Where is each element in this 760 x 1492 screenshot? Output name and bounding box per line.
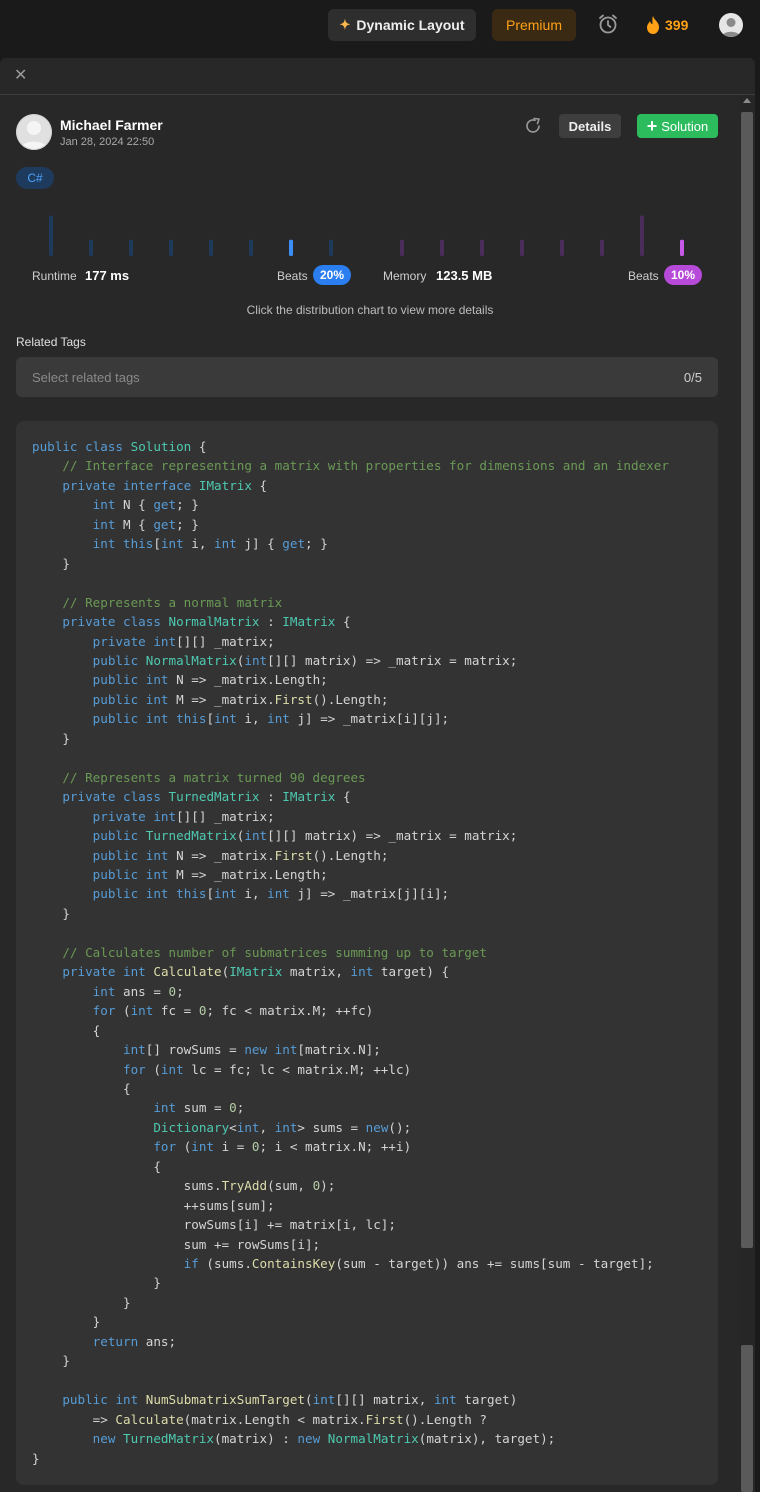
details-button[interactable]: Details [559,114,621,138]
runtime-beats-badge: 20% [313,265,351,285]
runtime-value: 177 ms [85,268,130,283]
related-tags-title: Related Tags [16,335,86,349]
panel-header: ✕ [0,58,755,95]
code-block[interactable]: public class Solution { // Interface rep… [16,421,718,1485]
fire-icon [647,16,659,34]
memory-distribution-bar-0[interactable] [400,239,404,256]
memory-distribution-bar-1[interactable] [440,239,444,256]
author-avatar[interactable] [16,114,52,150]
runtime-distribution-bar-4[interactable] [209,239,213,256]
memory-distribution-bar-5[interactable] [600,239,604,256]
solution-label: Solution [661,118,709,134]
related-tags-input[interactable]: Select related tags 0/5 [16,357,718,397]
memory-distribution-bar-2[interactable] [480,239,484,256]
language-badge: C# [16,167,54,189]
details-label: Details [568,118,612,134]
sparkle-icon: ✦ [339,17,351,32]
runtime-distribution-bar-1[interactable] [89,239,93,256]
dynamic-layout-button[interactable]: ✦ Dynamic Layout [328,9,476,41]
dynamic-layout-label: Dynamic Layout [356,17,465,33]
streak-count: 399 [665,17,689,33]
user-avatar-icon[interactable] [719,13,743,37]
scroll-up-arrow-icon[interactable] [743,98,751,103]
streak-counter[interactable]: 399 [646,14,688,36]
submission-date: Jan 28, 2024 22:50 [60,136,155,148]
runtime-distribution-bar-7[interactable] [329,239,333,256]
runtime-distribution-bar-6[interactable] [289,239,293,256]
alarm-clock-icon[interactable] [597,13,619,35]
share-icon[interactable] [524,117,542,135]
runtime-distribution-bar-2[interactable] [129,239,133,256]
runtime-distribution-bar-5[interactable] [249,239,253,256]
memory-distribution-bar-4[interactable] [560,239,564,256]
plus-icon: + [646,116,658,136]
related-tags-placeholder: Select related tags [32,370,140,385]
memory-value: 123.5 MB [436,268,493,283]
runtime-distribution-bar-0[interactable] [49,215,53,257]
memory-label: Memory [383,269,427,283]
memory-distribution-bar-6[interactable] [640,215,644,257]
top-bar: ✦ Dynamic Layout Premium 399 [0,0,760,50]
author-name[interactable]: Michael Farmer [60,117,163,133]
solution-button[interactable]: + Solution [637,114,718,138]
distribution-chart[interactable] [0,200,740,260]
runtime-distribution-bar-3[interactable] [169,239,173,256]
runtime-beats-label: Beats [277,269,308,283]
language-label: C# [27,171,43,185]
scrollbar-thumb[interactable] [741,112,753,1248]
related-tags-count: 0/5 [683,370,702,385]
memory-beats-label: Beats [628,269,659,283]
premium-button[interactable]: Premium [492,9,576,41]
close-icon[interactable]: ✕ [14,68,30,84]
code-content: public class Solution { // Interface rep… [32,439,669,1466]
memory-beats-badge: 10% [664,265,702,285]
runtime-label: Runtime [32,269,77,283]
scrollbar-thumb-secondary[interactable] [741,1345,753,1492]
distribution-hint: Click the distribution chart to view mor… [246,303,494,317]
memory-distribution-bar-7[interactable] [680,239,684,256]
memory-distribution-bar-3[interactable] [520,239,524,256]
premium-label: Premium [505,17,562,33]
